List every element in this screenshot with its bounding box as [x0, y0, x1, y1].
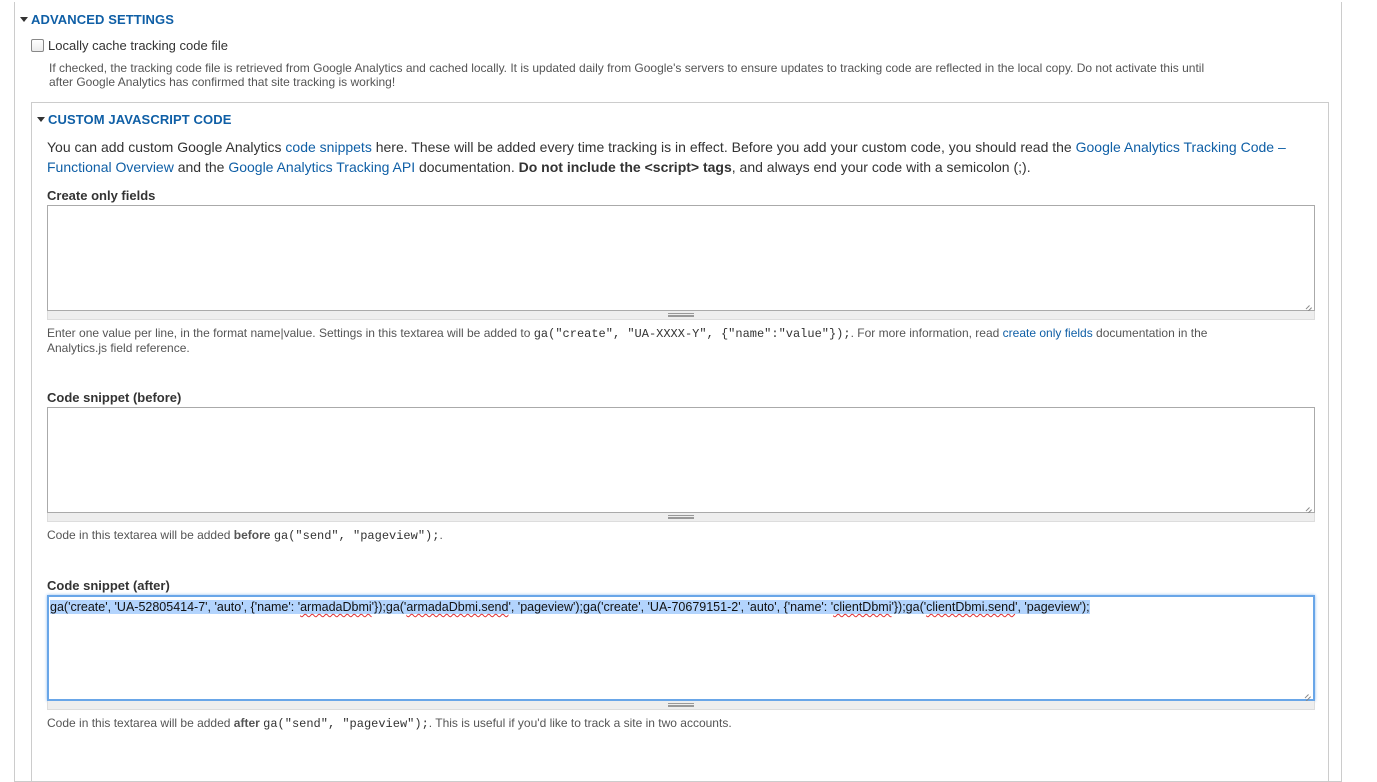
resize-corner-icon[interactable] [1304, 502, 1312, 510]
code-before-help: Code in this textarea will be added befo… [47, 528, 443, 543]
create-only-fields-textarea[interactable] [47, 205, 1315, 311]
grip-icon [668, 703, 694, 707]
code-after-resize-grip[interactable] [47, 701, 1315, 710]
code-after-label: Code snippet (after) [47, 578, 170, 593]
resize-corner-icon[interactable] [1304, 300, 1312, 308]
cache-checkbox-row[interactable]: Locally cache tracking code file [31, 38, 228, 53]
collapse-triangle-icon [37, 117, 45, 122]
tracking-api-link[interactable]: Google Analytics Tracking API [228, 159, 415, 175]
resize-corner-icon[interactable] [1303, 689, 1311, 697]
code-before-label: Code snippet (before) [47, 390, 182, 405]
code-before-resize-grip[interactable] [47, 513, 1315, 522]
create-only-fields-link[interactable]: create only fields [1003, 326, 1093, 340]
code-snippets-link[interactable]: code snippets [285, 139, 371, 155]
code-after-help: Code in this textarea will be added afte… [47, 716, 732, 731]
code-after-textarea[interactable]: ga('create', 'UA-52805414-7', 'auto', {'… [47, 595, 1315, 701]
code-after-value: ga('create', 'UA-52805414-7', 'auto', {'… [50, 600, 1090, 614]
cache-checkbox[interactable] [31, 39, 44, 52]
custom-js-legend[interactable]: CUSTOM JAVASCRIPT CODE [37, 112, 232, 127]
code-before-textarea[interactable] [47, 407, 1315, 513]
collapse-triangle-icon [20, 17, 28, 22]
grip-icon [668, 313, 694, 317]
cache-description: If checked, the tracking code file is re… [49, 61, 1205, 89]
cache-checkbox-label[interactable]: Locally cache tracking code file [48, 38, 228, 53]
create-only-help: Enter one value per line, in the format … [47, 326, 1208, 355]
create-only-fields-label: Create only fields [47, 188, 156, 203]
create-only-resize-grip[interactable] [47, 311, 1315, 320]
custom-js-intro: You can add custom Google Analytics code… [47, 139, 1286, 175]
grip-icon [668, 515, 694, 519]
advanced-settings-legend[interactable]: ADVANCED SETTINGS [20, 12, 174, 27]
